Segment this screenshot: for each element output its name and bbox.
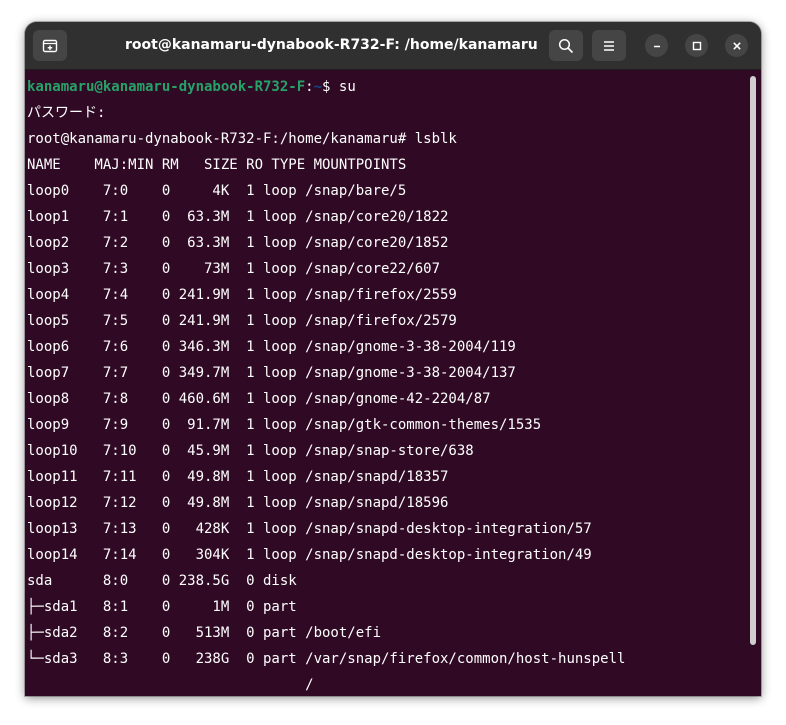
lsblk-row: loop11 7:11 0 49.8M 1 loop /snap/snapd/1… [27,469,449,485]
maximize-button[interactable] [685,34,708,57]
titlebar: root@kanamaru-dynabook-R732-F: /home/kan… [25,22,761,70]
lsblk-row: loop5 7:5 0 241.9M 1 loop /snap/firefox/… [27,313,457,329]
lsblk-row: loop7 7:7 0 349.7M 1 loop /snap/gnome-3-… [27,365,516,381]
lsblk-row: ├─sda1 8:1 0 1M 0 part [27,599,306,615]
minimize-icon [653,45,660,47]
scrollbar[interactable] [750,76,756,645]
window-title: root@kanamaru-dynabook-R732-F: /home/kan… [125,37,538,53]
prompt-symbol: $ [322,79,339,95]
lsblk-row: loop13 7:13 0 428K 1 loop /snap/snapd-de… [27,521,592,537]
lsblk-row: sda 8:0 0 238.5G 0 disk [27,573,306,589]
hamburger-menu-icon [604,40,614,51]
lsblk-row: loop1 7:1 0 63.3M 1 loop /snap/core20/18… [27,209,449,225]
lsblk-header: NAME MAJ:MIN RM SIZE RO TYPE MOUNTPOINTS [27,157,407,173]
lsblk-row: loop8 7:8 0 460.6M 1 loop /snap/gnome-42… [27,391,491,407]
lsblk-row: loop14 7:14 0 304K 1 loop /snap/snapd-de… [27,547,592,563]
lsblk-row: └─sda3 8:3 0 238G 0 part /var/snap/firef… [27,651,626,667]
prompt-line: kanamaru@kanamaru-dynabook-R732-F:~$ su [27,74,747,100]
lsblk-row: loop4 7:4 0 241.9M 1 loop /snap/firefox/… [27,287,457,303]
lsblk-row: loop12 7:12 0 49.8M 1 loop /snap/snapd/1… [27,495,449,511]
search-icon [558,38,574,53]
close-button[interactable] [725,34,748,57]
password-line: パスワード: [27,105,106,121]
menu-button[interactable] [592,30,626,61]
lsblk-row: ├─sda2 8:2 0 513M 0 part /boot/efi [27,625,382,641]
search-button[interactable] [549,30,583,61]
terminal-lines: kanamaru@kanamaru-dynabook-R732-F:~$ su … [27,74,747,696]
lsblk-row: loop9 7:9 0 91.7M 1 loop /snap/gtk-commo… [27,417,542,433]
prompt-command: su [338,79,356,95]
lsblk-row: / [27,677,314,693]
root-prompt-line: root@kanamaru-dynabook-R732-F:/home/kana… [27,131,457,147]
prompt-path: ~ [313,79,323,95]
lsblk-row: loop10 7:10 0 45.9M 1 loop /snap/snap-st… [27,443,474,459]
prompt-separator: : [305,79,314,95]
new-tab-icon [42,39,58,52]
terminal-output[interactable]: kanamaru@kanamaru-dynabook-R732-F:~$ su … [25,70,761,696]
lsblk-row: loop0 7:0 0 4K 1 loop /snap/bare/5 [27,183,407,199]
lsblk-rows: loop0 7:0 0 4K 1 loop /snap/bare/5 loop1… [27,178,747,696]
terminal-window: root@kanamaru-dynabook-R732-F: /home/kan… [25,22,761,696]
lsblk-row: loop2 7:2 0 63.3M 1 loop /snap/core20/18… [27,235,449,251]
prompt-user-host: kanamaru@kanamaru-dynabook-R732-F [27,79,306,95]
new-tab-button[interactable] [33,30,67,61]
maximize-icon [692,41,701,50]
minimize-button[interactable] [645,34,668,57]
lsblk-row: loop6 7:6 0 346.3M 1 loop /snap/gnome-3-… [27,339,516,355]
close-icon [732,41,741,50]
lsblk-row: loop3 7:3 0 73M 1 loop /snap/core22/607 [27,261,441,277]
